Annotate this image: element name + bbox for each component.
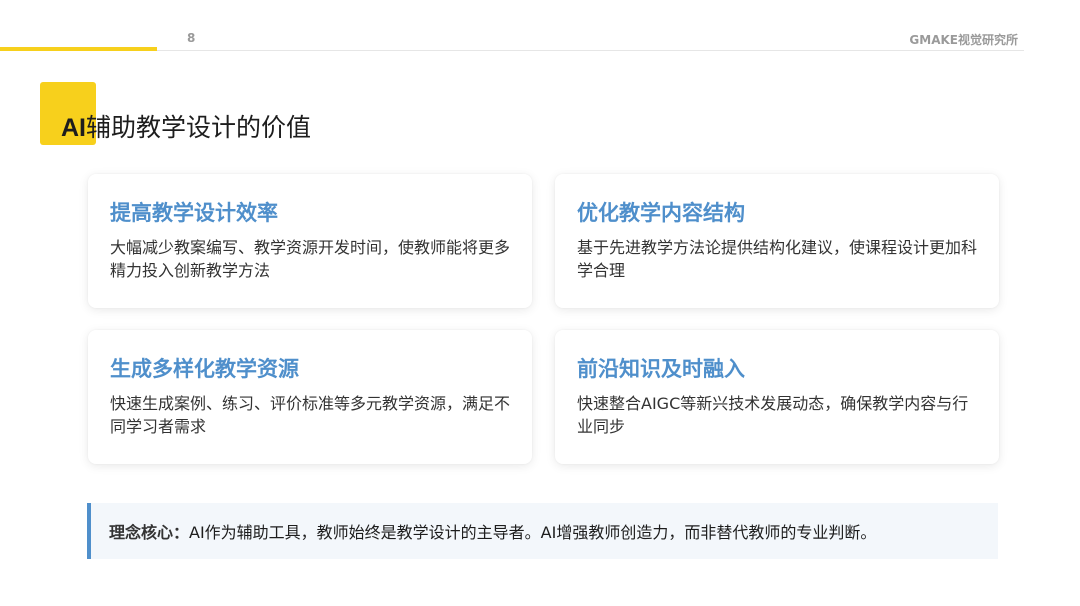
card-efficiency: 提高教学设计效率 大幅减少教案编写、教学资源开发时间，使教师能将更多精力投入创新… [88,174,532,308]
card-heading: 前沿知识及时融入 [577,357,745,381]
title-text: 辅助教学设计的价值 [86,113,312,142]
slide: 8 GMAKE视觉研究所 AI辅助教学设计的价值 提高教学设计效率 大幅减少教案… [0,0,1080,606]
brand-label: GMAKE视觉研究所 [909,33,1018,47]
card-heading: 生成多样化教学资源 [110,357,299,381]
card-structure: 优化教学内容结构 基于先进教学方法论提供结构化建议，使课程设计更加科学合理 [555,174,999,308]
core-label: 理念核心： [109,523,190,542]
card-heading: 优化教学内容结构 [577,201,745,225]
card-frontier-knowledge: 前沿知识及时融入 快速整合AIGC等新兴技术发展动态，确保教学内容与行业同步 [555,330,999,464]
page-title: AI辅助教学设计的价值 [61,108,311,144]
core-text: AI作为辅助工具，教师始终是教学设计的主导者。AI增强教师创造力，而非替代教师的… [189,523,877,542]
card-body: 快速整合AIGC等新兴技术发展动态，确保教学内容与行业同步 [577,394,969,436]
card-body: 大幅减少教案编写、教学资源开发时间，使教师能将更多精力投入创新教学方法 [110,238,511,280]
header-accent-bar [0,47,157,51]
core-principle-callout: 理念核心： AI作为辅助工具，教师始终是教学设计的主导者。AI增强教师创造力，而非… [87,503,998,559]
page-number: 8 [187,31,196,45]
card-heading: 提高教学设计效率 [110,201,278,225]
card-body: 基于先进教学方法论提供结构化建议，使课程设计更加科学合理 [577,238,978,280]
card-resources: 生成多样化教学资源 快速生成案例、练习、评价标准等多元教学资源，满足不同学习者需… [88,330,532,464]
title-prefix: AI [61,114,86,142]
card-body: 快速生成案例、练习、评价标准等多元教学资源，满足不同学习者需求 [110,394,511,436]
